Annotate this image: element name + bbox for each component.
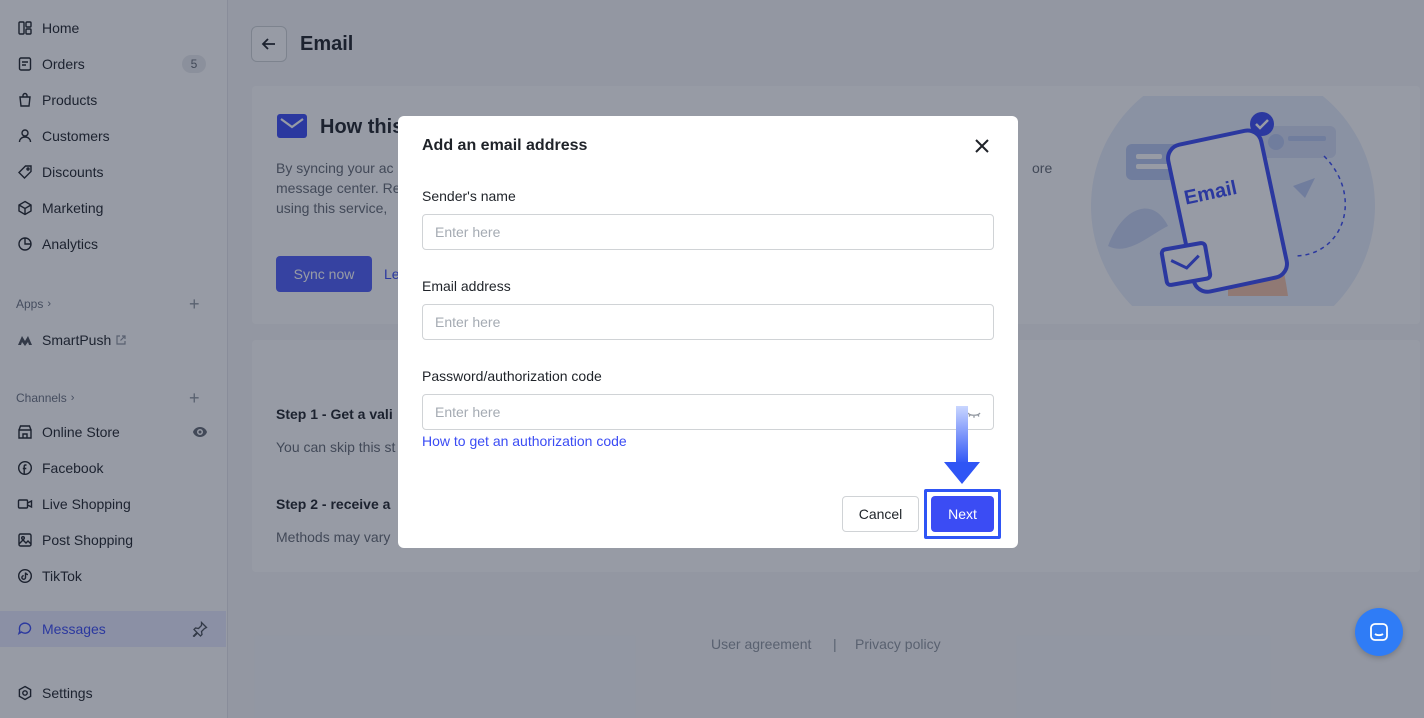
chat-support-button[interactable] (1355, 608, 1403, 656)
next-button[interactable]: Next (931, 496, 994, 532)
arrow-down-icon (944, 406, 980, 484)
sender-name-label: Sender's name (422, 188, 516, 204)
chat-icon (1370, 623, 1388, 641)
authorization-code-help-link[interactable]: How to get an authorization code (422, 433, 627, 449)
email-address-input[interactable] (422, 304, 994, 340)
sender-name-input[interactable] (422, 214, 994, 250)
modal-title: Add an email address (422, 137, 588, 154)
password-label: Password/authorization code (422, 368, 602, 384)
cancel-button[interactable]: Cancel (842, 496, 919, 532)
password-input[interactable] (422, 394, 994, 430)
email-address-label: Email address (422, 278, 511, 294)
close-icon[interactable] (972, 136, 992, 156)
add-email-modal: Add an email address Sender's name Email… (398, 116, 1018, 548)
